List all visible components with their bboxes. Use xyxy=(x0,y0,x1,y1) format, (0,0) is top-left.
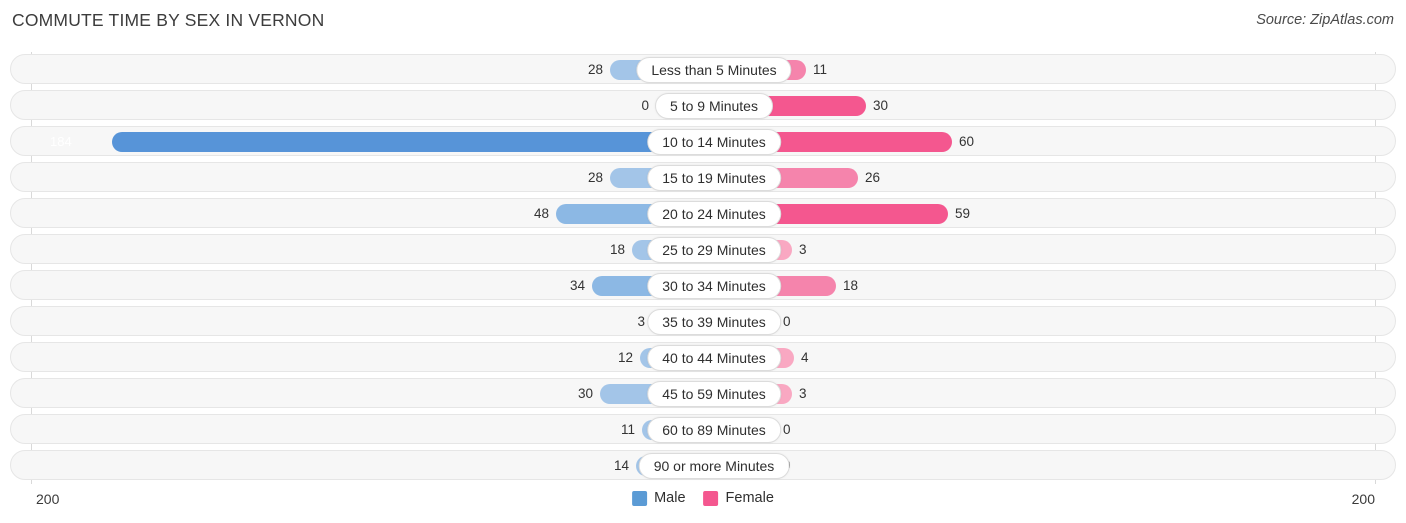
bar-value-male: 28 xyxy=(587,62,603,77)
chart-plot-area: 28 11 Less than 5 Minutes 0 30 5 to 9 Minutes… xyxy=(0,52,1406,484)
category-label: 25 to 29 Minutes xyxy=(647,237,781,263)
row-bars: 30 3 45 to 59 Minutes xyxy=(42,379,1386,409)
source-attribution: Source: ZipAtlas.com xyxy=(1256,12,1394,28)
bar-value-male: 18 xyxy=(609,242,625,257)
chart-footer: 200 200 Male Female xyxy=(0,484,1406,523)
bar-value-female: 0 xyxy=(783,314,791,329)
chart-container: COMMUTE TIME BY SEX IN VERNON Source: Zi… xyxy=(0,0,1406,523)
bar-value-female: 3 xyxy=(799,386,807,401)
bar-value-male: 34 xyxy=(569,278,585,293)
row-bars: 28 26 15 to 19 Minutes xyxy=(42,163,1386,193)
bar-value-female: 60 xyxy=(959,134,975,149)
table-row[interactable]: 48 59 20 to 24 Minutes xyxy=(10,198,1396,228)
legend-label: Male xyxy=(654,490,686,506)
page-title: COMMUTE TIME BY SEX IN VERNON xyxy=(12,10,325,30)
table-row[interactable]: 30 3 45 to 59 Minutes xyxy=(10,378,1396,408)
bar-value-male: 28 xyxy=(587,170,603,185)
category-label: 45 to 59 Minutes xyxy=(647,381,781,407)
category-label: 20 to 24 Minutes xyxy=(647,201,781,227)
category-label: 15 to 19 Minutes xyxy=(647,165,781,191)
row-bars: 3 0 35 to 39 Minutes xyxy=(42,307,1386,337)
bar-value-female: 18 xyxy=(843,278,859,293)
bar-value-female: 59 xyxy=(955,206,971,221)
legend-swatch-icon xyxy=(632,490,648,506)
legend-swatch-icon xyxy=(703,490,719,506)
legend-item-male[interactable]: Male xyxy=(632,490,686,506)
category-label: 10 to 14 Minutes xyxy=(647,129,781,155)
bar-value-male: 30 xyxy=(577,386,593,401)
bar-value-male: 3 xyxy=(637,314,645,329)
axis-tick-right: 200 xyxy=(1351,491,1375,507)
row-bars: 34 18 30 to 34 Minutes xyxy=(42,271,1386,301)
bar-value-female: 0 xyxy=(783,422,791,437)
table-row[interactable]: 34 18 30 to 34 Minutes xyxy=(10,270,1396,300)
category-label: Less than 5 Minutes xyxy=(636,57,792,83)
legend-label: Female xyxy=(725,490,774,506)
bar-value-male: 14 xyxy=(613,458,629,473)
axis-tick-left: 200 xyxy=(36,491,60,507)
bar-value-male: 0 xyxy=(641,98,649,113)
row-bars: 11 0 60 to 89 Minutes xyxy=(42,415,1386,445)
row-bars: 184 60 10 to 14 Minutes xyxy=(42,127,1386,157)
row-bars: 0 30 5 to 9 Minutes xyxy=(42,91,1386,121)
row-bars: 18 3 25 to 29 Minutes xyxy=(42,235,1386,265)
bar-value-female: 4 xyxy=(801,350,809,365)
row-bars: 12 4 40 to 44 Minutes xyxy=(42,343,1386,373)
bar-value-male: 12 xyxy=(617,350,633,365)
bar-value-female: 26 xyxy=(865,170,881,185)
table-row[interactable]: 184 60 10 to 14 Minutes xyxy=(10,126,1396,156)
table-row[interactable]: 28 26 15 to 19 Minutes xyxy=(10,162,1396,192)
table-row[interactable]: 0 30 5 to 9 Minutes xyxy=(10,90,1396,120)
bar-value-female: 30 xyxy=(873,98,889,113)
category-label: 35 to 39 Minutes xyxy=(647,309,781,335)
bar-male[interactable] xyxy=(112,132,714,152)
bar-value-male: 11 xyxy=(620,422,635,437)
bar-value-male: 184 xyxy=(50,134,72,149)
bar-value-male: 48 xyxy=(533,206,549,221)
legend-item-female[interactable]: Female xyxy=(703,490,774,506)
category-label: 60 to 89 Minutes xyxy=(647,417,781,443)
table-row[interactable]: 28 11 Less than 5 Minutes xyxy=(10,54,1396,84)
bar-value-female: 11 xyxy=(813,62,828,77)
table-row[interactable]: 14090 or more Minutes xyxy=(10,450,1396,480)
table-row[interactable]: 12 4 40 to 44 Minutes xyxy=(10,342,1396,372)
bar-value-female: 3 xyxy=(799,242,807,257)
table-row[interactable]: 18 3 25 to 29 Minutes xyxy=(10,234,1396,264)
table-row[interactable]: 11 0 60 to 89 Minutes xyxy=(10,414,1396,444)
table-row[interactable]: 3 0 35 to 39 Minutes xyxy=(10,306,1396,336)
chart-legend: Male Female xyxy=(632,490,774,506)
category-label: 90 or more Minutes xyxy=(638,453,790,479)
category-label: 30 to 34 Minutes xyxy=(647,273,781,299)
category-label: 5 to 9 Minutes xyxy=(655,93,773,119)
category-label: 40 to 44 Minutes xyxy=(647,345,781,371)
row-bars: 48 59 20 to 24 Minutes xyxy=(42,199,1386,229)
row-bars: 28 11 Less than 5 Minutes xyxy=(42,55,1386,85)
row-bars: 14090 or more Minutes xyxy=(42,451,1386,481)
